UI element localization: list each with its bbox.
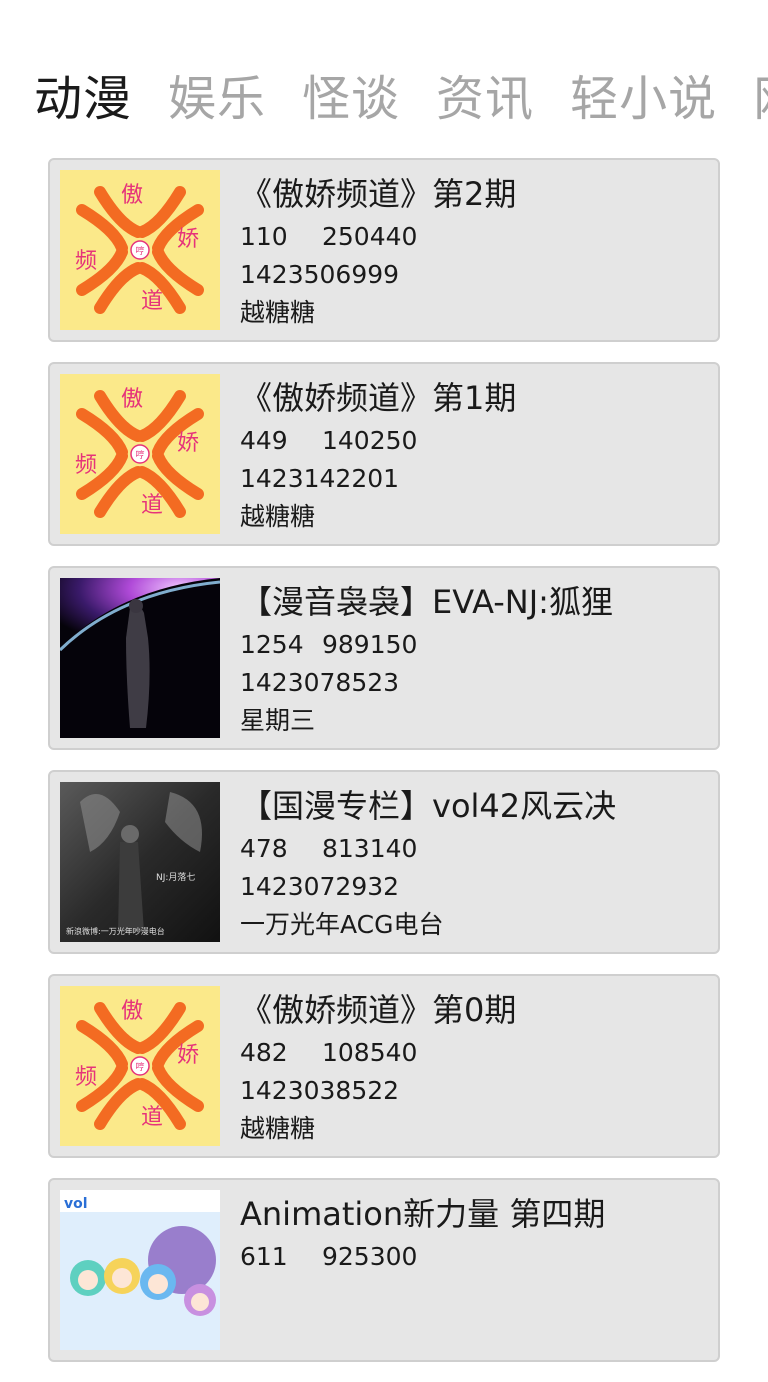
timestamp: 1423072932 [240,872,400,901]
view-count: 478 [240,834,288,863]
tab-entertainment[interactable]: 娱乐 [168,66,266,132]
logo-char-left: 频 [75,453,97,478]
timestamp: 1423078523 [240,668,400,697]
logo-char-center: 哼 [135,1061,144,1073]
author: 越糖糖 [240,502,316,531]
poster-weibo-text: 新浪微博:一万光年吵漫电台 [66,926,165,936]
item-title: 【漫音袅袅】EVA-NJ:狐狸 [240,583,613,621]
tsundere-logo-image: 傲 娇 频 道 哼 [60,986,220,1146]
item-title: 《傲娇频道》第1期 [240,379,517,417]
thumbnail: 傲 娇 频 道 哼 [60,986,220,1146]
list-item[interactable]: 傲 娇 频 道 哼 《傲娇频道》第1期 449 140250 1423142201… [48,362,720,546]
pivot-tabs: 动漫娱乐怪谈资讯轻小说网 [34,66,768,136]
play-count: 813140 [322,834,418,863]
view-count: 611 [240,1242,288,1271]
tab-ghost-stories[interactable]: 怪谈 [302,66,400,132]
list-item[interactable]: NJ:月落七 新浪微博:一万光年吵漫电台 【国漫专栏】vol42风云决 478 8… [48,770,720,954]
logo-char-center: 哼 [135,449,144,461]
logo-char-right: 娇 [177,227,199,252]
play-count: 108540 [322,1038,418,1067]
play-count: 925300 [322,1242,418,1271]
episode-list: 傲 娇 频 道 哼 《傲娇频道》第2期 110 250440 1423506999… [48,158,720,1382]
anime-tag-text: vol [64,1196,88,1212]
item-title: 【国漫专栏】vol42风云决 [240,787,617,825]
list-item[interactable]: 傲 娇 频 道 哼 《傲娇频道》第0期 482 108540 1423038522… [48,974,720,1158]
logo-char-center: 哼 [135,245,144,257]
anime-characters-art-image: vol [60,1190,220,1350]
logo-char-right: 娇 [177,1043,199,1068]
thumbnail: 傲 娇 频 道 哼 [60,170,220,330]
play-count: 989150 [322,630,418,659]
list-item[interactable]: vol Animation新力量 第四期 611 925300 [48,1178,720,1362]
logo-char-bottom: 道 [141,493,163,518]
thumbnail: vol [60,1190,220,1350]
view-count: 1254 [240,630,304,659]
logo-char-top: 傲 [121,183,143,208]
play-count: 140250 [322,426,418,455]
author: 越糖糖 [240,1114,316,1143]
tab-net[interactable]: 网 [753,66,768,132]
logo-char-right: 娇 [177,431,199,456]
author: 星期三 [240,706,316,735]
logo-char-bottom: 道 [141,289,163,314]
timestamp: 1423038522 [240,1076,400,1105]
logo-char-left: 频 [75,1065,97,1090]
item-title: Animation新力量 第四期 [240,1195,606,1233]
timestamp: 1423506999 [240,260,400,289]
tsundere-logo-image: 傲 娇 频 道 哼 [60,170,220,330]
author: 越糖糖 [240,298,316,327]
logo-char-left: 频 [75,249,97,274]
tab-light-novel[interactable]: 轻小说 [570,66,717,132]
tab-news[interactable]: 资讯 [436,66,534,132]
tsundere-logo-image: 傲 娇 频 道 哼 [60,374,220,534]
list-item[interactable]: 【漫音袅袅】EVA-NJ:狐狸 1254 989150 1423078523 星期… [48,566,720,750]
timestamp: 1423142201 [240,464,400,493]
tab-anime[interactable]: 动漫 [34,66,132,132]
poster-credit-text: NJ:月落七 [156,871,195,883]
thumbnail: NJ:月落七 新浪微博:一万光年吵漫电台 [60,782,220,942]
author: 一万光年ACG电台 [240,910,444,939]
eva-space-art-image [60,578,220,738]
fengyunjue-poster-image: NJ:月落七 新浪微博:一万光年吵漫电台 [60,782,220,942]
logo-char-top: 傲 [121,999,143,1024]
list-item[interactable]: 傲 娇 频 道 哼 《傲娇频道》第2期 110 250440 1423506999… [48,158,720,342]
logo-char-top: 傲 [121,387,143,412]
thumbnail: 傲 娇 频 道 哼 [60,374,220,534]
view-count: 110 [240,222,288,251]
play-count: 250440 [322,222,418,251]
logo-char-bottom: 道 [141,1105,163,1130]
item-title: 《傲娇频道》第0期 [240,991,517,1029]
thumbnail [60,578,220,738]
view-count: 449 [240,426,288,455]
view-count: 482 [240,1038,288,1067]
item-title: 《傲娇频道》第2期 [240,175,517,213]
